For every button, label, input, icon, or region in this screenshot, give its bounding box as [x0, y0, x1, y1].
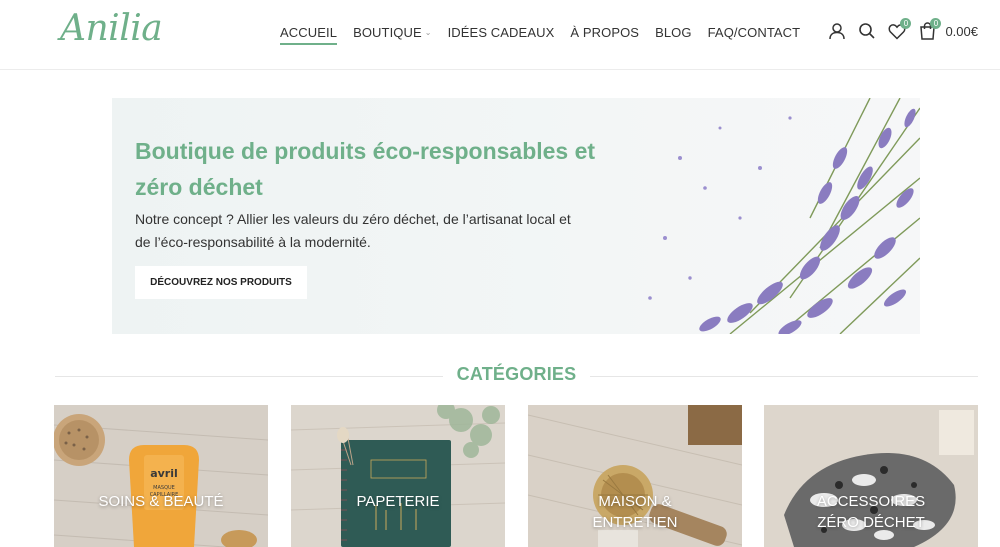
site-logo[interactable]: Anilia — [60, 8, 163, 49]
chevron-down-icon: ⌄ — [424, 27, 432, 37]
nav-label: IDÉES CADEAUX — [447, 24, 555, 40]
nav-item-idees-cadeaux[interactable]: IDÉES CADEAUX — [448, 22, 555, 42]
category-label: MAISON & ENTRETIEN — [592, 493, 678, 531]
nav-label: À PROPOS — [570, 24, 640, 40]
categories-heading-row: CATÉGORIES — [55, 364, 978, 388]
hero-title: Boutique de produits éco-responsables et… — [135, 138, 596, 200]
cart-count-badge: 0 — [930, 18, 942, 29]
nav-item-a-propos[interactable]: À PROPOS — [570, 22, 639, 42]
category-label: PAPETERIE — [356, 493, 440, 510]
main-nav: ACCUEIL BOUTIQUE ⌄ IDÉES CADEAUX À PROPO… — [280, 22, 816, 45]
nav-label: ACCUEIL — [280, 24, 338, 40]
header-actions: 0 0 0.00€ — [822, 18, 978, 44]
wishlist-button[interactable]: 0 — [882, 18, 912, 44]
category-image: avril MASQUE CAPILLAIRE — [54, 405, 268, 547]
lavender-image — [648, 98, 920, 334]
nav-label: FAQ/CONTACT — [707, 24, 801, 40]
categories-heading: CATÉGORIES — [456, 364, 577, 384]
hero-text: Notre concept ? Allier les valeurs du zé… — [135, 211, 571, 250]
nav-label: BLOG — [655, 24, 692, 40]
nav-item-faq-contact[interactable]: FAQ/CONTACT — [708, 22, 801, 42]
category-card-soins-beaute[interactable]: avril MASQUE CAPILLAIRE SOINS & BEAUTÉ — [54, 405, 268, 547]
site-header: Anilia ACCUEIL BOUTIQUE ⌄ IDÉES CADEAUX … — [0, 0, 1000, 70]
nav-item-blog[interactable]: BLOG — [655, 22, 692, 42]
user-icon[interactable] — [822, 18, 852, 44]
search-icon[interactable] — [852, 18, 882, 44]
hero-banner: Boutique de produits éco-responsables et… — [112, 98, 920, 334]
nav-item-accueil[interactable]: ACCUEIL — [280, 22, 338, 45]
cart-button[interactable]: 0 — [912, 18, 942, 44]
nav-item-boutique[interactable]: BOUTIQUE ⌄ — [353, 22, 432, 42]
cart-total[interactable]: 0.00€ — [945, 24, 978, 39]
discover-products-button[interactable]: DÉCOUVREZ NOS PRODUITS — [135, 266, 307, 299]
category-label: SOINS & BEAUTÉ — [98, 493, 224, 510]
wishlist-count-badge: 0 — [900, 18, 912, 29]
category-card-papeterie[interactable]: PAPETERIE — [291, 405, 505, 547]
category-card-accessoires-zero-dechet[interactable]: ACCESSOIRES ZÉRO DÉCHET — [764, 405, 978, 547]
category-card-maison-entretien[interactable]: MAISON & ENTRETIEN — [528, 405, 742, 547]
nav-label: BOUTIQUE — [353, 24, 422, 40]
category-image — [291, 405, 505, 547]
category-grid: avril MASQUE CAPILLAIRE SOINS & BEAUTÉ P… — [54, 405, 978, 547]
category-label: ACCESSOIRES ZÉRO DÉCHET — [816, 493, 926, 531]
svg-text:avril: avril — [150, 467, 178, 480]
